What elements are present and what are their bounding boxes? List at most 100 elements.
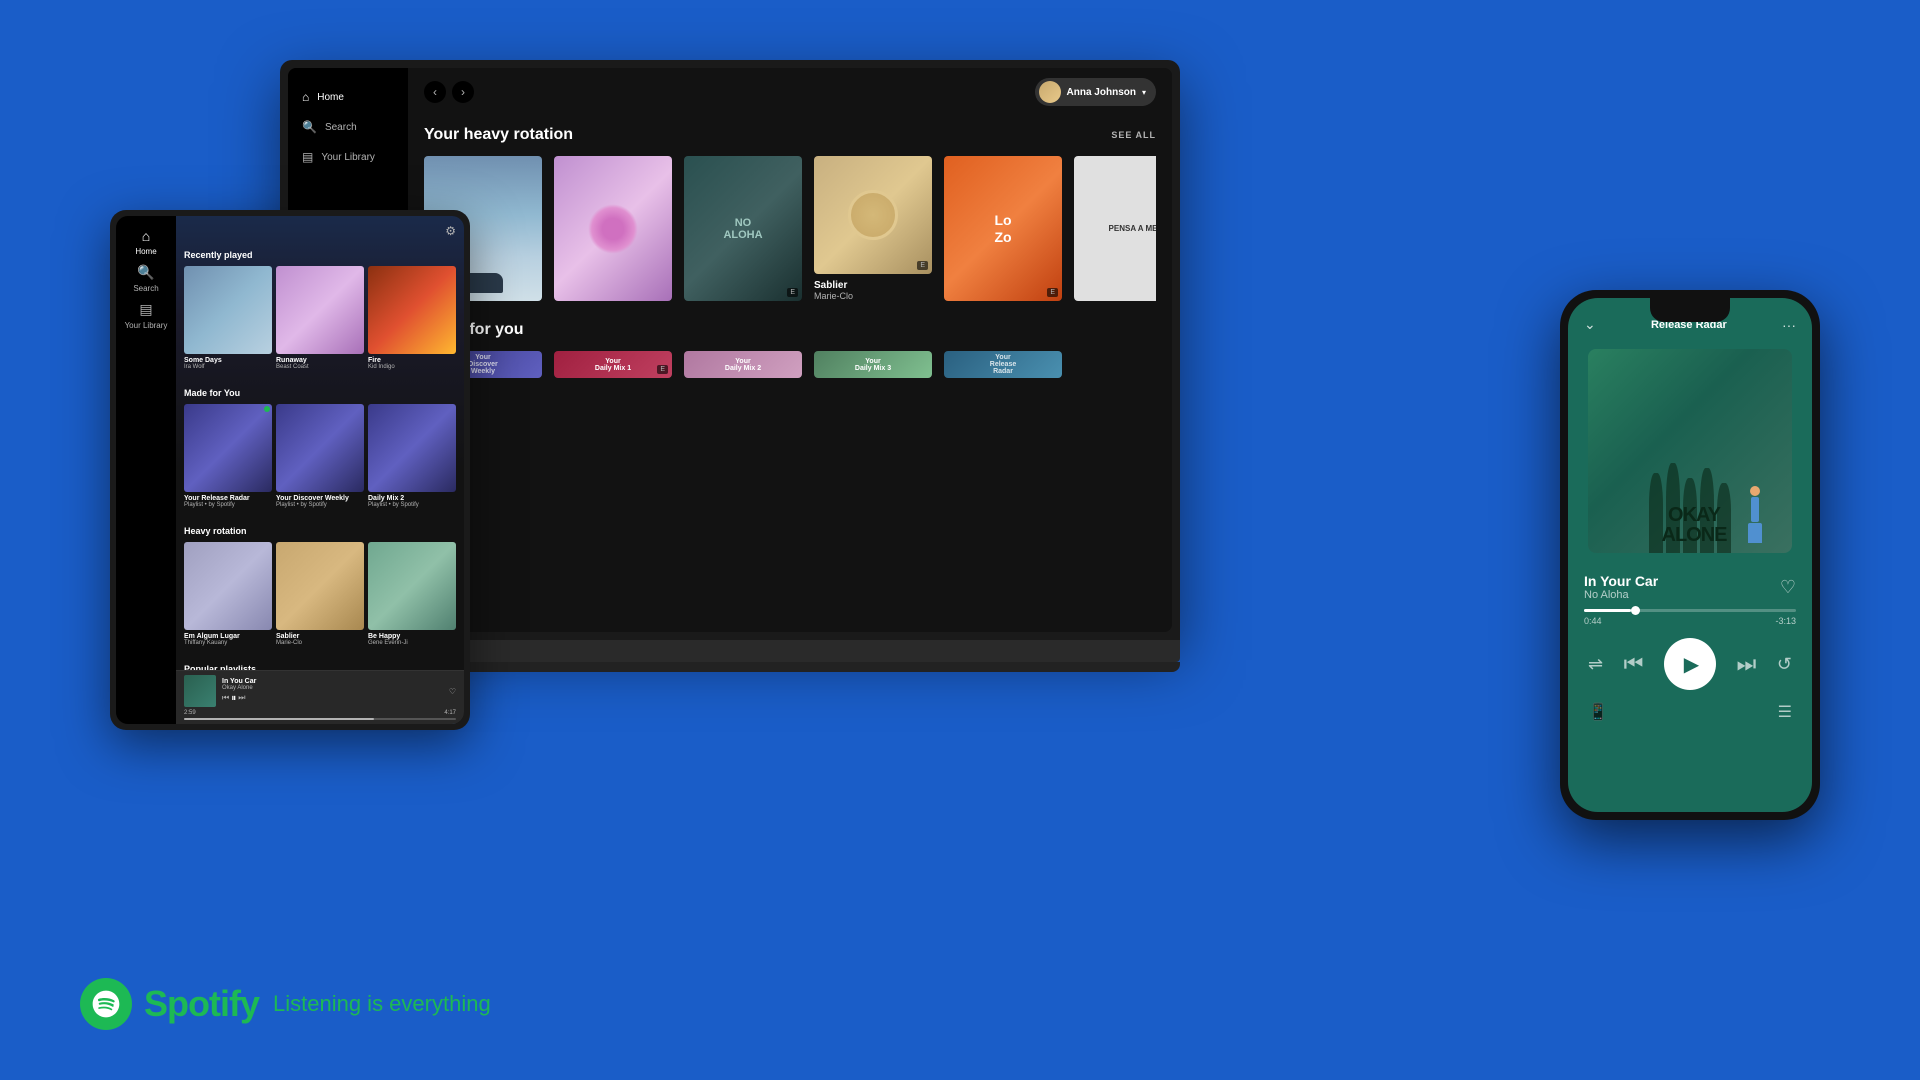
card-sablier[interactable]: E Sablier Marie-Clo: [814, 156, 932, 301]
phone-repeat-btn[interactable]: ↺: [1777, 654, 1792, 675]
tablet-frame: ⌂ Home 🔍 Search ▤ Your Library ⚙: [110, 210, 470, 730]
card-in-your-car[interactable]: NOALOHA E In Your Car No Aloha: [684, 156, 802, 301]
tablet-card-behappy[interactable]: Be Happy Gene Everin-Ji: [368, 542, 456, 646]
card-daily-mix-3[interactable]: YourDaily Mix 3 Daily Mix 3 Alan Gogoll,…: [814, 351, 932, 378]
phone-song-details: In Your Car No Aloha: [1584, 573, 1658, 601]
card-art-release: YourReleaseRadar: [944, 351, 1062, 378]
card-art-pensa: PENSA A ME: [1074, 156, 1156, 301]
phone-total-time: -3:13: [1775, 616, 1796, 626]
card-art-daily1: YourDaily Mix 1 E: [554, 351, 672, 378]
tablet-sidebar-library[interactable]: ▤ Your Library: [122, 301, 170, 330]
made-for-you-cards: YourDiscoverWeekly Discover Weekly Made …: [424, 351, 1156, 378]
laptop-content: Your heavy rotation SEE ALL Some Days Ir…: [408, 116, 1172, 418]
tablet-heavy-cards: Em Algum Lugar Thiffany Kauany Sablier M…: [184, 542, 456, 646]
phone-time-row: 0:44 -3:13: [1584, 616, 1796, 626]
forward-button[interactable]: ›: [452, 81, 474, 103]
tablet-prev-btn[interactable]: ⏮: [222, 693, 229, 704]
phone-shuffle-btn[interactable]: ⇌: [1588, 654, 1603, 675]
card-sinestesia[interactable]: LoZo E Sinestesia Lo Zo: [944, 156, 1062, 301]
card-art-sablier: E: [814, 156, 932, 274]
tablet-card-fire[interactable]: Fire Kid Indigo: [368, 266, 456, 370]
spotify-tagline: Listening is everything: [273, 991, 491, 1017]
tablet-card-sablier[interactable]: Sablier Marie-Clo: [276, 542, 364, 646]
tablet-card-discover[interactable]: Your Discover Weekly Playlist • by Spoti…: [276, 404, 364, 508]
user-chevron-icon: ▾: [1142, 88, 1146, 97]
settings-icon[interactable]: ⚙: [445, 224, 456, 238]
flower-decoration: [588, 204, 638, 254]
back-button[interactable]: ‹: [424, 81, 446, 103]
phone-screen: ⌄ Release Radar ···: [1568, 298, 1812, 812]
tablet-card-em-algum[interactable]: Em Algum Lugar Thiffany Kauany: [184, 542, 272, 646]
tablet-card-release[interactable]: Your Release Radar Playlist • by Spotify: [184, 404, 272, 508]
spotify-logo-icon: [80, 978, 132, 1030]
tablet-screen: ⌂ Home 🔍 Search ▤ Your Library ⚙: [116, 216, 464, 724]
spotify-brand: Spotify Listening is everything: [80, 978, 491, 1030]
tablet-card-some-days[interactable]: Some Days Ira Wolf: [184, 266, 272, 370]
tablet-art-sablier: [276, 542, 364, 630]
user-menu[interactable]: Anna Johnson ▾: [1035, 78, 1156, 106]
tablet-sidebar-search[interactable]: 🔍 Search: [122, 264, 170, 293]
spotify-wordmark: Spotify: [144, 983, 259, 1025]
see-all-link[interactable]: SEE ALL: [1111, 130, 1156, 140]
home-icon: ⌂: [302, 90, 309, 104]
okay-alone-text: OKAY ALONE: [1596, 505, 1792, 545]
phone-album-art-inner: OKAY ALONE: [1588, 349, 1792, 553]
nav-buttons: ‹ ›: [424, 81, 474, 103]
spotify-wordmark-group: Spotify Listening is everything: [144, 983, 491, 1025]
no-aloha-art: OKAY ALONE: [1588, 349, 1792, 553]
card-pensa[interactable]: PENSA A ME Pensa A Me: [1074, 156, 1156, 301]
phone-down-icon[interactable]: ⌄: [1584, 316, 1596, 333]
tablet-heavy-rotation: Heavy rotation Em Algum Lugar Thiffany K…: [176, 522, 464, 660]
tablet-card-runaway[interactable]: Runaway Beast Coast: [276, 266, 364, 370]
card-release-radar[interactable]: YourReleaseRadar Release Radar Made for …: [944, 351, 1062, 378]
phone-progress-fill: [1584, 609, 1631, 612]
tablet-art-runaway: [276, 266, 364, 354]
tablet-player-art: [184, 675, 216, 707]
tablet-now-playing-bar: In You Car Okay Alone ⏮ ⏸ ⏭ ♡ 2:59 4:: [176, 670, 464, 724]
tablet-recently-played: Recently played Some Days Ira Wolf Runaw…: [176, 246, 464, 384]
user-name: Anna Johnson: [1067, 87, 1136, 98]
heavy-rotation-title: Your heavy rotation: [424, 126, 573, 144]
sidebar-item-library[interactable]: ▤ Your Library: [298, 144, 398, 170]
card-daily-mix-1[interactable]: YourDaily Mix 1 E Daily Mix 1 Thiffany K…: [554, 351, 672, 378]
phone-current-time: 0:44: [1584, 616, 1602, 626]
tablet-search-icon: 🔍: [137, 264, 154, 281]
phone-connect-btn[interactable]: 📱: [1588, 702, 1608, 722]
tablet-card-daily2[interactable]: Daily Mix 2 Playlist • by Spotify: [368, 404, 456, 508]
laptop-main-content: ‹ › Anna Johnson ▾ Your heavy r: [408, 68, 1172, 632]
phone-progress-bar[interactable]: [1584, 609, 1796, 612]
library-icon: ▤: [302, 150, 313, 164]
card-daily-mix-2[interactable]: YourDaily Mix 2 Daily Mix 2 Daniela Picc…: [684, 351, 802, 378]
tablet-heart-icon[interactable]: ♡: [449, 687, 456, 696]
phone-play-btn[interactable]: ▶: [1664, 638, 1716, 690]
tablet-play-btn[interactable]: ⏸: [231, 693, 236, 704]
phone-album-art: OKAY ALONE: [1588, 349, 1792, 553]
tablet-player-controls: ⏮ ⏸ ⏭: [222, 693, 443, 704]
tablet-progress-fill: [184, 718, 374, 720]
phone-prev-btn[interactable]: ⏮: [1624, 651, 1644, 677]
tablet-art-fire: [368, 266, 456, 354]
phone-queue-btn[interactable]: ☰: [1778, 702, 1792, 722]
tablet-sidebar-home[interactable]: ⌂ Home: [122, 228, 170, 256]
phone-device: ⌄ Release Radar ···: [1560, 290, 1820, 820]
phone-frame: ⌄ Release Radar ···: [1560, 290, 1820, 820]
phone-next-btn[interactable]: ⏭: [1737, 651, 1757, 677]
tablet-library-icon: ▤: [139, 301, 152, 318]
tablet-topbar: ⚙: [176, 216, 464, 246]
tablet-player-artist: Okay Alone: [222, 685, 443, 691]
card-art-daily2: YourDaily Mix 2: [684, 351, 802, 378]
tablet-progress-bar[interactable]: [184, 718, 456, 720]
tablet-next-btn[interactable]: ⏭: [238, 693, 245, 704]
phone-bottom-row: 📱 ☰: [1568, 698, 1812, 738]
tablet-player-row: In You Car Okay Alone ⏮ ⏸ ⏭ ♡: [184, 675, 456, 707]
heavy-rotation-cards: Some Days Ira Wolf Runaway Beast Coast: [424, 156, 1156, 301]
sidebar-item-search[interactable]: 🔍 Search: [298, 114, 398, 140]
phone-heart-btn[interactable]: ♡: [1780, 577, 1796, 598]
tablet-art-em-algum: [184, 542, 272, 630]
tablet-main: ⚙ Recently played Some Days Ira Wolf Run…: [176, 216, 464, 724]
card-runaway[interactable]: Runaway Beast Coast: [554, 156, 672, 301]
made-for-you-header: Made for you: [424, 321, 1156, 339]
sidebar-item-home[interactable]: ⌂ Home: [298, 84, 398, 110]
phone-more-btn[interactable]: ···: [1782, 317, 1796, 333]
laptop-topbar: ‹ › Anna Johnson ▾: [408, 68, 1172, 116]
